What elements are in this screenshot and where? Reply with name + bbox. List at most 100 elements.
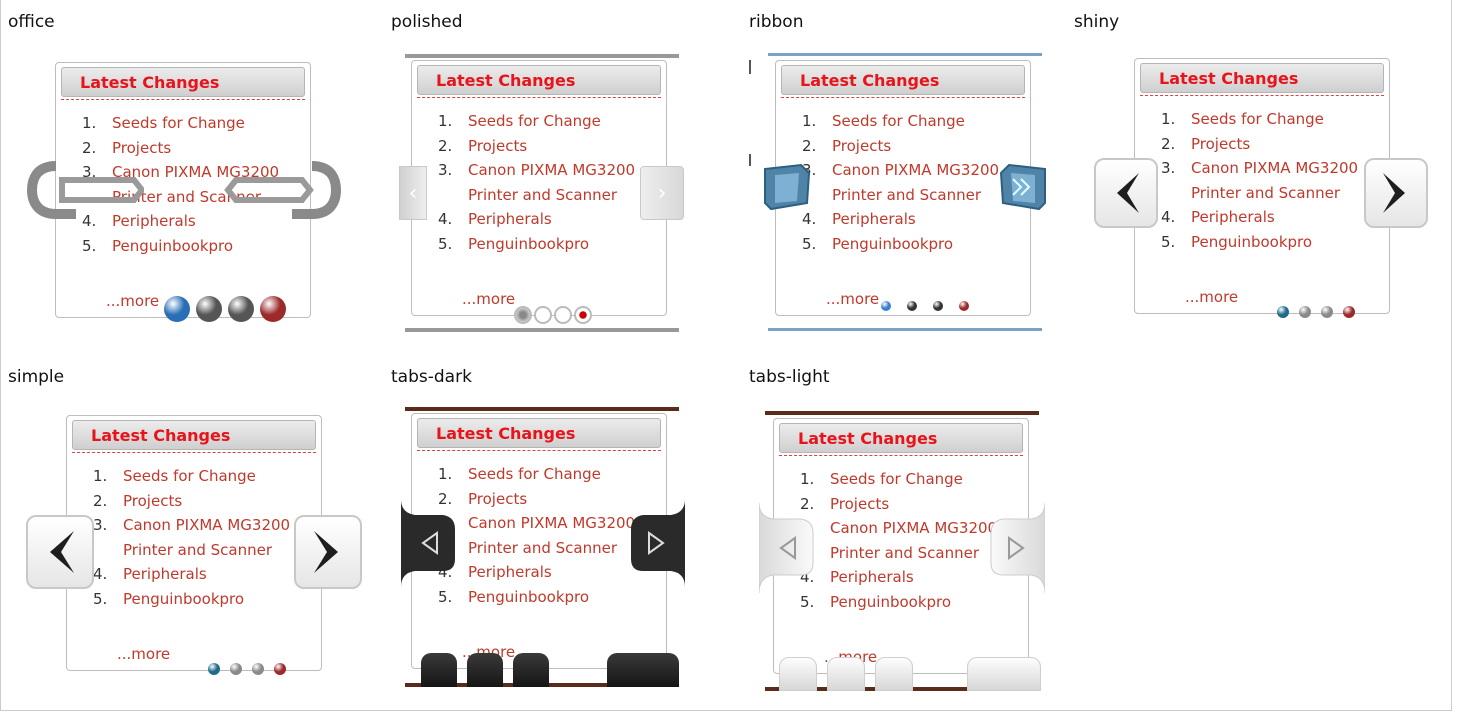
pagination-dot-icon[interactable] (907, 301, 917, 311)
chevron-right-icon[interactable] (1364, 158, 1428, 228)
pagination-dot-icon[interactable] (933, 301, 943, 311)
list-item-link[interactable]: Penguinbookpro (830, 593, 951, 611)
more-link[interactable]: ...more (1185, 288, 1238, 306)
card-header: Latest Changes (72, 420, 316, 450)
pagination-dots (208, 663, 286, 675)
more-link[interactable]: ...more (462, 290, 515, 308)
chevron-left-icon[interactable]: ‹ (399, 166, 427, 220)
slideshow-card: Latest Changes 1. Seeds for Change 2. Projec… (411, 60, 667, 316)
list-item-link[interactable]: Projects (123, 492, 182, 510)
more-link[interactable]: ...more (117, 645, 170, 663)
pagination-dot-icon[interactable] (554, 306, 572, 324)
changes-list: 1.Seeds for Change2.Projects3.Canon PIXM… (434, 462, 658, 609)
pagination-dot-icon[interactable] (421, 653, 457, 687)
changes-list: 1.Seeds for Change2.Projects3.Canon PIXM… (798, 109, 1022, 256)
pagination-dot-icon[interactable] (252, 663, 264, 675)
more-link[interactable]: ...more (106, 292, 159, 310)
pagination-dot-icon[interactable] (534, 306, 552, 324)
list-item-link[interactable]: Penguinbookpro (1191, 233, 1312, 251)
chevron-right-icon[interactable] (222, 160, 342, 220)
chevron-left-icon[interactable] (1094, 158, 1158, 228)
more-link[interactable]: ...more (826, 290, 879, 308)
list-item-link[interactable]: Canon PIXMA MG3200 Printer and Scanner (832, 161, 999, 204)
list-item-link[interactable]: Penguinbookpro (832, 235, 953, 253)
pagination-dot-icon[interactable] (196, 296, 222, 322)
cell-ribbon: ribbon Latest Changes 1. Seeds for Change 2… (741, 0, 1066, 355)
chevron-right-icon[interactable]: › (640, 166, 684, 220)
pagination-dot-icon[interactable] (1277, 306, 1289, 318)
list-item-link[interactable]: Canon PIXMA MG3200 Printer and Scanner (1191, 159, 1358, 202)
list-item: 3. Canon PIXMA MG3200 Printer and Scanner (89, 513, 313, 562)
list-item-link[interactable]: Penguinbookpro (468, 235, 589, 253)
list-item-number: 4. (438, 210, 453, 228)
list-item-link[interactable]: Projects (832, 137, 891, 155)
list-item-link[interactable]: Seeds for Change (123, 467, 256, 485)
list-item-link[interactable]: Canon PIXMA MG3200 Printer and Scanner (123, 516, 290, 559)
slideshow-card: Latest Changes 1. Seeds for Change 2. Projec… (775, 60, 1031, 316)
pagination-dot-icon[interactable] (875, 657, 913, 691)
pagination-dot-icon[interactable] (1299, 306, 1311, 318)
pagination-dot-icon[interactable] (228, 296, 254, 322)
list-item-link[interactable]: Canon PIXMA MG3200 Printer and Scanner (830, 519, 997, 562)
list-item-number: 1. (82, 114, 97, 132)
list-item-link[interactable]: Projects (1191, 135, 1250, 153)
list-item-link[interactable]: Peripherals (1191, 208, 1275, 226)
list-item-link[interactable]: Seeds for Change (830, 470, 963, 488)
pagination-dot-icon[interactable] (274, 663, 286, 675)
pagination-dot-icon[interactable] (779, 657, 817, 691)
chevron-left-icon[interactable] (759, 503, 815, 593)
chevron-left-icon[interactable] (26, 160, 144, 220)
list-item-link[interactable]: Projects (830, 495, 889, 513)
list-item: 3. Canon PIXMA MG3200 Printer and Scanner (1157, 156, 1381, 205)
pagination-dot-icon[interactable] (959, 301, 969, 311)
list-item-link[interactable]: Canon PIXMA MG3200 Printer and Scanner (468, 514, 635, 557)
list-item: 1. Seeds for Change (1157, 107, 1381, 132)
pagination-dot-icon[interactable] (208, 663, 220, 675)
list-item-link[interactable]: Seeds for Change (468, 465, 601, 483)
pagination-dot-icon[interactable] (1321, 306, 1333, 318)
bottom-bar (405, 328, 679, 332)
list-item-link[interactable]: Peripherals (830, 568, 914, 586)
list-item-link[interactable]: Peripherals (468, 210, 552, 228)
pagination-dot-icon[interactable] (260, 296, 286, 322)
pagination-dot-icon[interactable] (514, 306, 532, 324)
pagination-dot-icon[interactable] (827, 657, 865, 691)
cell-simple: simple Latest Changes 1. Seeds for Change 2… (0, 355, 383, 711)
list-item-number: 1. (438, 465, 453, 483)
list-item-link[interactable]: Projects (468, 490, 527, 508)
pagination-dot-icon[interactable] (574, 306, 592, 324)
chevron-left-icon[interactable] (401, 499, 457, 587)
list-item-link[interactable]: Seeds for Change (112, 114, 245, 132)
chevron-right-icon[interactable] (989, 503, 1045, 593)
chevron-left-icon[interactable] (761, 163, 813, 211)
list-item-link[interactable]: Seeds for Change (832, 112, 965, 130)
pagination-dots (514, 306, 592, 324)
list-item-link[interactable]: Canon PIXMA MG3200 Printer and Scanner (468, 161, 635, 204)
card-header: Latest Changes (1140, 63, 1384, 93)
chevron-right-icon[interactable] (294, 515, 362, 589)
pagination-dot-icon[interactable] (607, 653, 679, 687)
pagination-dot-icon[interactable] (513, 653, 549, 687)
chevron-left-icon[interactable] (26, 515, 94, 589)
list-item-link[interactable]: Penguinbookpro (112, 237, 233, 255)
chevron-right-icon[interactable] (997, 163, 1049, 211)
card-title: Latest Changes (80, 73, 220, 92)
list-item-link[interactable]: Projects (468, 137, 527, 155)
pagination-dot-icon[interactable] (881, 301, 891, 311)
pagination-dot-icon[interactable] (164, 296, 190, 322)
list-item-link[interactable]: Projects (112, 139, 171, 157)
list-item-link[interactable]: Seeds for Change (468, 112, 601, 130)
pagination-dot-icon[interactable] (230, 663, 242, 675)
list-item-link[interactable]: Peripherals (468, 563, 552, 581)
chevron-right-icon[interactable] (629, 499, 685, 587)
list-item-link[interactable]: Seeds for Change (1191, 110, 1324, 128)
pagination-dot-icon[interactable] (1343, 306, 1355, 318)
pagination-dots (881, 301, 969, 311)
slideshow-card: Latest Changes 1. Seeds for Change 2. Projec… (1134, 58, 1390, 314)
pagination-dot-icon[interactable] (467, 653, 503, 687)
list-item-link[interactable]: Penguinbookpro (468, 588, 589, 606)
pagination-dot-icon[interactable] (967, 657, 1041, 691)
list-item-link[interactable]: Penguinbookpro (123, 590, 244, 608)
list-item-link[interactable]: Peripherals (123, 565, 207, 583)
list-item-link[interactable]: Peripherals (832, 210, 916, 228)
